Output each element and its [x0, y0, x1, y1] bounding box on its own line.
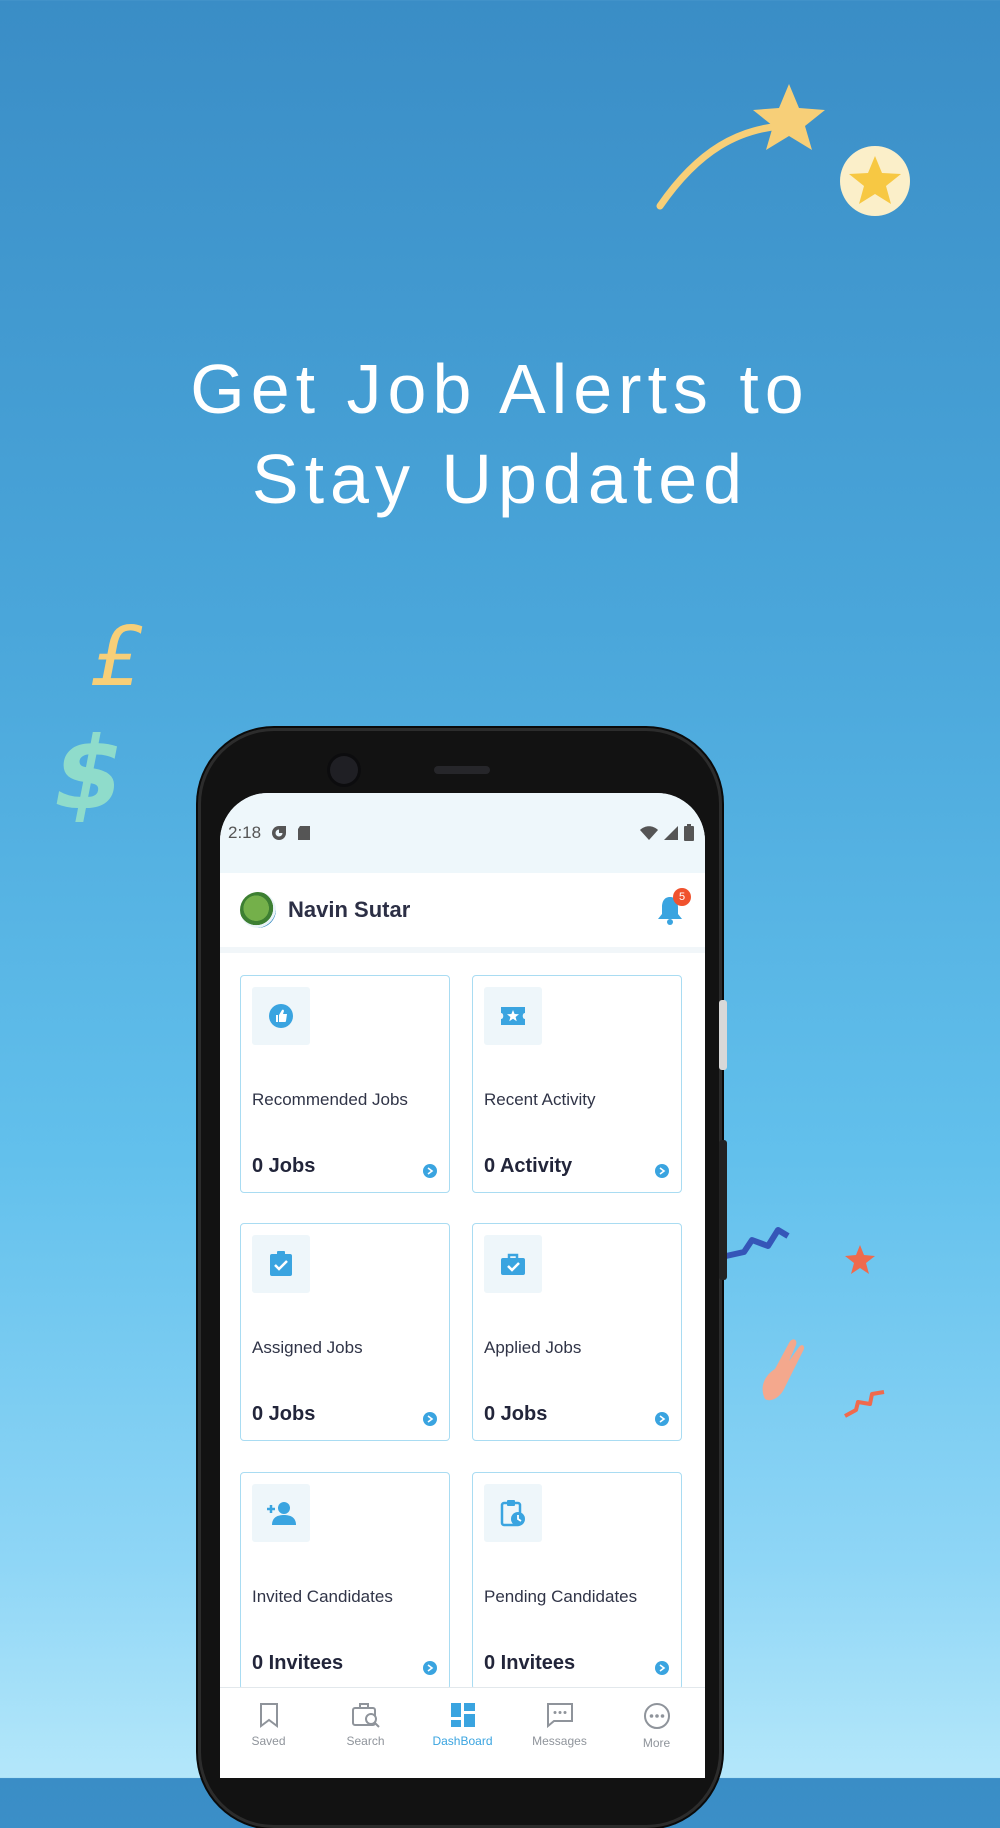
card-value: 0 Invitees — [252, 1651, 344, 1674]
zigzag-blue-decoration — [725, 1227, 790, 1259]
avatar[interactable] — [240, 892, 276, 928]
nav-label: Messages — [532, 1734, 587, 1748]
bottom-nav: Saved Search DashBoard Messages More — [220, 1687, 705, 1778]
nav-label: Saved — [251, 1734, 286, 1748]
status-time: 2:18 — [228, 823, 262, 842]
chevron-right-icon[interactable] — [655, 1660, 669, 1675]
svg-text:£: £ — [90, 615, 143, 695]
sd-card-icon — [298, 826, 311, 840]
ticket-star-icon — [501, 1007, 525, 1025]
card-title: Pending Candidates — [484, 1586, 638, 1606]
card-value: 0 Jobs — [252, 1155, 316, 1177]
chevron-right-icon[interactable] — [423, 1660, 437, 1675]
dollar-sign-decoration: $ — [54, 715, 124, 822]
card-title: Recommended Jobs — [252, 1090, 408, 1109]
card-pending-candidates[interactable]: Pending Candidates 0 Invitees — [472, 1471, 682, 1690]
card-title: Invited Candidates — [252, 1586, 393, 1606]
chevron-right-icon[interactable] — [423, 1412, 437, 1427]
shooting-star-decoration — [656, 84, 910, 216]
nav-search[interactable]: Search — [317, 1688, 414, 1778]
card-title: Assigned Jobs — [252, 1338, 363, 1358]
earpiece-speaker — [434, 766, 490, 774]
power-button — [719, 1000, 727, 1070]
front-camera — [330, 756, 358, 784]
headline-line-2: Stay Updated — [251, 440, 749, 518]
wifi-icon — [640, 826, 658, 840]
card-value: 0 Invitees — [484, 1651, 576, 1674]
dashboard-icon — [450, 1703, 475, 1727]
phone-screen: 2:18 Navin Sutar 5 Recommended Jobs 0 Jo… — [220, 793, 705, 1778]
card-icon-box — [252, 987, 310, 1045]
headline-line-1: Get Job Alerts to — [190, 350, 810, 428]
card-title: Applied Jobs — [484, 1338, 582, 1358]
user-name: Navin Sutar — [288, 897, 411, 922]
notifications-button[interactable]: 5 — [655, 888, 691, 926]
media-icon — [272, 826, 287, 840]
app-header: Navin Sutar 5 — [220, 873, 705, 953]
card-recent-activity[interactable]: Recent Activity 0 Activity — [472, 975, 682, 1193]
clipboard-clock-icon — [500, 1499, 525, 1526]
card-icon-box — [484, 987, 542, 1045]
card-value: 0 Activity — [484, 1155, 573, 1177]
card-assigned-jobs[interactable]: Assigned Jobs 0 Jobs — [240, 1223, 450, 1442]
card-applied-jobs[interactable]: Applied Jobs 0 Jobs — [472, 1223, 682, 1442]
dashboard-grid: Recommended Jobs 0 Jobs Recent Activity … — [220, 953, 705, 1698]
volume-button — [719, 1140, 727, 1280]
chevron-right-icon[interactable] — [423, 1164, 437, 1178]
hand-decoration — [762, 1339, 805, 1401]
nav-label: More — [642, 1736, 671, 1750]
zigzag-red-decoration — [844, 1390, 885, 1418]
clipboard-check-icon — [270, 1251, 292, 1277]
chat-icon — [546, 1703, 573, 1728]
nav-messages[interactable]: Messages — [511, 1688, 608, 1778]
nav-dashboard[interactable]: DashBoard — [414, 1688, 511, 1778]
status-bar: 2:18 — [220, 793, 705, 873]
person-add-icon — [267, 1501, 296, 1525]
chevron-right-icon[interactable] — [655, 1164, 669, 1178]
card-title: Recent Activity — [484, 1090, 596, 1109]
card-icon-box — [252, 1483, 310, 1542]
nav-more[interactable]: More — [608, 1688, 705, 1778]
headline: Get Job Alerts to Stay Updated — [0, 344, 1000, 524]
thumbs-up-icon — [269, 1004, 293, 1028]
card-icon-box — [484, 1235, 542, 1294]
battery-icon — [684, 824, 694, 841]
nav-label: Search — [346, 1734, 385, 1748]
nav-saved[interactable]: Saved — [220, 1688, 317, 1778]
more-icon — [643, 1703, 670, 1729]
chevron-right-icon[interactable] — [655, 1412, 669, 1427]
card-icon-box — [252, 1235, 310, 1294]
card-invited-candidates[interactable]: Invited Candidates 0 Invitees — [240, 1471, 450, 1690]
briefcase-search-icon — [351, 1703, 380, 1728]
small-star-decoration — [845, 1245, 875, 1274]
notification-badge: 5 — [673, 888, 691, 906]
svg-text:$: $ — [54, 715, 124, 822]
signal-icon — [664, 826, 678, 840]
card-icon-box — [484, 1483, 542, 1542]
bookmark-icon — [259, 1703, 278, 1728]
briefcase-check-icon — [501, 1254, 525, 1276]
card-value: 0 Jobs — [484, 1403, 548, 1426]
nav-label: DashBoard — [432, 1734, 493, 1748]
card-value: 0 Jobs — [252, 1403, 316, 1426]
pound-sign-decoration: £ — [90, 615, 143, 695]
card-recommended-jobs[interactable]: Recommended Jobs 0 Jobs — [240, 975, 450, 1193]
